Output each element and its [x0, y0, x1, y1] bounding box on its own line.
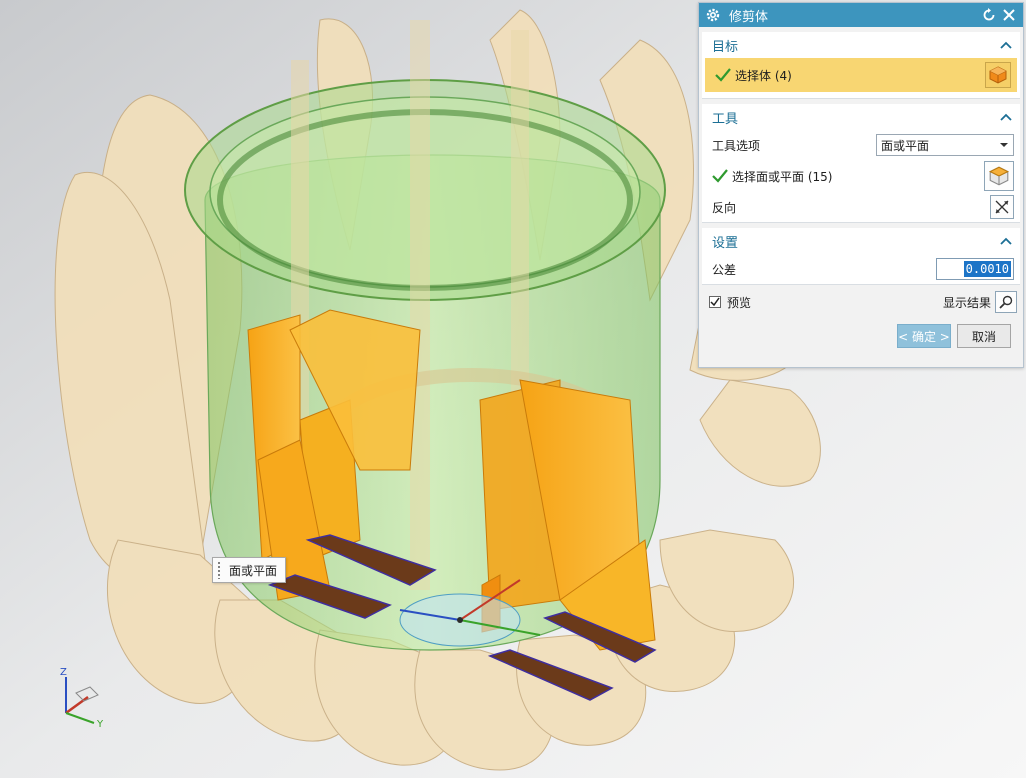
settings-section-header[interactable]: 设置 [702, 228, 1020, 254]
magnifier-icon [999, 295, 1013, 309]
z-axis-label: Z [60, 667, 67, 678]
dialog-title: 修剪体 [729, 9, 769, 25]
trim-body-dialog: 修剪体 目标 选择体 (4) 工具 工具选项 面或平面 选择面或平面 (15) … [698, 2, 1024, 368]
select-face-button[interactable] [984, 161, 1014, 191]
tool-option-value: 面或平面 [881, 138, 930, 153]
select-body-label: 选择体 (4) [735, 68, 792, 83]
wcs-triad: Z Y [60, 667, 104, 730]
collapse-icon[interactable] [1000, 41, 1012, 49]
tool-option-select[interactable]: 面或平面 [876, 134, 1014, 156]
check-icon [715, 68, 731, 82]
selection-tooltip: 面或平面 [212, 557, 287, 583]
target-section-header[interactable]: 目标 [702, 32, 1020, 58]
reverse-direction-button[interactable] [990, 195, 1014, 219]
collapse-icon[interactable] [1000, 113, 1012, 121]
reverse-row: 反向 [702, 192, 1020, 222]
tolerance-value[interactable]: 0.0010 [963, 261, 1011, 277]
settings-header-label: 设置 [712, 235, 739, 251]
tolerance-label: 公差 [712, 262, 737, 277]
dialog-titlebar[interactable]: 修剪体 [699, 3, 1023, 27]
y-axis-label: Y [96, 719, 104, 730]
show-result-label: 显示结果 [942, 295, 991, 310]
tolerance-input[interactable]: 0.0010 [936, 258, 1014, 280]
tool-section-header[interactable]: 工具 [702, 104, 1020, 130]
solid-cube-icon [989, 66, 1007, 84]
reverse-icon [995, 200, 1009, 214]
select-body-row[interactable]: 选择体 (4) [705, 58, 1017, 92]
x-axis-icon [65, 695, 89, 715]
preview-label: 预览 [727, 295, 752, 310]
show-result-button[interactable] [995, 291, 1017, 313]
face-cube-icon [988, 166, 1010, 186]
select-face-label: 选择面或平面 (15) [732, 169, 833, 184]
dialog-buttons: < 确定 > 取消 [699, 319, 1023, 353]
gear-icon[interactable] [705, 7, 721, 23]
dropdown-arrow-icon [1000, 143, 1008, 147]
cancel-button[interactable]: 取消 [957, 324, 1011, 348]
checkmark-icon [710, 297, 720, 307]
collapse-icon[interactable] [1000, 237, 1012, 245]
reverse-label: 反向 [712, 200, 737, 215]
tooltip-text: 面或平面 [229, 563, 278, 578]
close-icon[interactable] [1001, 7, 1017, 23]
preview-row: 预览 显示结果 [699, 285, 1023, 319]
preview-checkbox[interactable] [709, 296, 721, 308]
settings-section: 设置 公差 0.0010 [702, 228, 1020, 285]
check-icon [712, 169, 728, 183]
drag-grip-icon [217, 561, 221, 579]
y-axis-icon [65, 712, 95, 724]
tool-option-row: 工具选项 面或平面 [702, 130, 1020, 160]
select-body-button[interactable] [985, 62, 1011, 88]
select-face-row[interactable]: 选择面或平面 (15) [702, 160, 1020, 192]
ok-button[interactable]: < 确定 > [897, 324, 951, 348]
tool-option-label: 工具选项 [712, 138, 761, 153]
target-header-label: 目标 [712, 39, 739, 55]
tolerance-row: 公差 0.0010 [702, 254, 1020, 284]
tool-section: 工具 工具选项 面或平面 选择面或平面 (15) 反向 [702, 104, 1020, 223]
tool-header-label: 工具 [712, 111, 739, 127]
reset-icon[interactable] [981, 7, 997, 23]
target-section: 目标 选择体 (4) [702, 32, 1020, 99]
